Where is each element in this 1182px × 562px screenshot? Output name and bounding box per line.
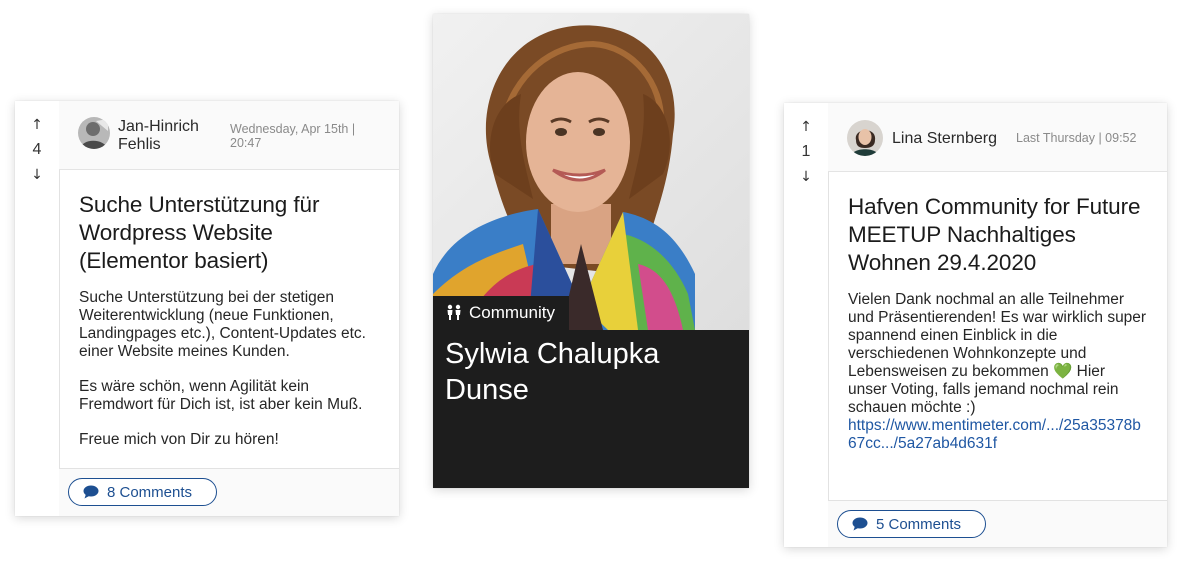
post-content: Hafven Community for Future MEETUP Nachh… [828,193,1167,453]
post-paragraph: Suche Unterstützung bei der stetigen Wei… [79,289,366,360]
comments-label: 5 Comments [876,516,962,533]
category-label: Community [469,303,555,322]
avatar[interactable] [78,117,110,149]
comments-button[interactable]: 5 Comments [837,510,986,538]
author-name[interactable]: Lina Sternberg [892,130,1022,148]
post-content: Suche Unterstützung für Wordpress Websit… [59,191,399,466]
post-text: Vielen Dank nochmal an alle Teilnehmer u… [848,291,1147,417]
profile-photo [433,14,749,330]
post-footer: 8 Comments [59,468,399,516]
comments-label: 8 Comments [107,484,193,501]
post-paragraph: Es wäre schön, wenn Agilität kein Fremdw… [79,378,363,413]
vote-count: 4 [32,141,42,158]
post-header: Jan-Hinrich Fehlis Wednesday, Apr 15th |… [59,101,399,170]
post-title[interactable]: Suche Unterstützung für Wordpress Websit… [79,191,379,275]
category-badge: Community [433,296,569,330]
post-date: Wednesday, Apr 15th | 20:47 [230,122,356,150]
vote-column: ↑ 1 ↓ [784,103,829,547]
post-header: Lina Sternberg Last Thursday | 09:52 [828,103,1167,172]
post-paragraph: Freue mich von Dir zu hören! [79,431,279,448]
arrow-up-icon[interactable]: ↑ [15,117,59,133]
profile-name[interactable]: Sylwia Chalupka Dunse [445,336,735,408]
author-name[interactable]: Jan-Hinrich Fehlis [118,118,226,154]
avatar[interactable] [847,120,883,156]
vote-column: ↑ 4 ↓ [15,101,60,516]
arrow-down-icon[interactable]: ↓ [784,169,828,185]
arrow-down-icon[interactable]: ↓ [15,167,59,183]
post-paragraph: Vielen Dank nochmal an alle Teilnehmer u… [848,291,1147,416]
mentimeter-link[interactable]: https://www.mentimeter.com/.../25a35378b… [848,417,1147,453]
speech-bubble-icon [852,517,868,531]
vote-count: 1 [801,143,811,160]
people-icon [447,304,461,320]
post-date: Last Thursday | 09:52 [1016,131,1137,145]
arrow-up-icon[interactable]: ↑ [784,119,828,135]
profile-card[interactable]: Community Sylwia Chalupka Dunse [433,14,749,488]
post-footer: 5 Comments [828,500,1167,547]
post-card-jan-hinrich: ↑ 4 ↓ Jan-Hinrich Fehlis Wednesday, Apr … [15,101,399,516]
comments-button[interactable]: 8 Comments [68,478,217,506]
post-card-lina: ↑ 1 ↓ Lina Sternberg Last Thursday | 09:… [784,103,1167,547]
post-title[interactable]: Hafven Community for Future MEETUP Nachh… [848,193,1147,277]
speech-bubble-icon [83,485,99,499]
